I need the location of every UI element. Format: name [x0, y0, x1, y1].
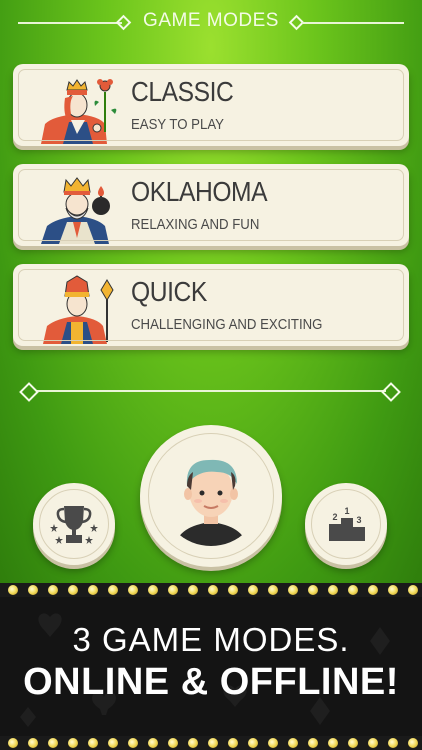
marquee-bulb [368, 585, 378, 595]
queen-card-icon [41, 79, 117, 144]
mode-card-quick[interactable]: QUICK CHALLENGING AND EXCITING [13, 264, 409, 346]
marquee-bulb [328, 585, 338, 595]
marquee-bulb [268, 585, 278, 595]
marquee-bulb [128, 738, 138, 748]
trophy-icon [50, 506, 98, 544]
marquee-bulb [388, 738, 398, 748]
marquee-bulb [388, 585, 398, 595]
mode-subtitle: EASY TO PLAY [131, 116, 224, 133]
leaderboard-button[interactable]: 2 1 3 [305, 483, 387, 565]
podium-label-third: 3 [356, 515, 361, 525]
leaderboard-podium-icon: 2 1 3 [329, 506, 365, 541]
marquee-bulb [208, 738, 218, 748]
marquee-bulb [148, 738, 158, 748]
marquee-bulb [8, 738, 18, 748]
marquee-bulb [288, 738, 298, 748]
marquee-bulb [188, 585, 198, 595]
marquee-bulb [308, 738, 318, 748]
marquee-bulbs-top [0, 583, 422, 597]
marquee-bulb [48, 585, 58, 595]
marquee-bulb [328, 738, 338, 748]
mode-title: QUICK [131, 276, 207, 307]
marquee-bulb [68, 738, 78, 748]
diamond-ornament-icon [115, 14, 132, 31]
mode-subtitle: CHALLENGING AND EXCITING [131, 316, 323, 333]
diamond-ornament-icon [19, 382, 39, 402]
mode-card-oklahoma[interactable]: OKLAHOMA RELAXING AND FUN [13, 164, 409, 246]
marquee-bulb [368, 738, 378, 748]
player-avatar [161, 446, 261, 546]
marquee-bulb [88, 585, 98, 595]
section-divider [0, 380, 422, 404]
marquee-bulb [348, 585, 358, 595]
marquee-bulb [308, 585, 318, 595]
mode-title: OKLAHOMA [131, 176, 268, 207]
achievements-button[interactable] [33, 483, 115, 565]
header-line-right [302, 22, 404, 24]
podium-label-second: 2 [332, 512, 337, 522]
jack-card-icon [43, 275, 114, 344]
marquee-bulb [248, 738, 258, 748]
marquee-bulb [288, 585, 298, 595]
marquee-bulb [188, 738, 198, 748]
promo-subheadline: ONLINE & OFFLINE! [23, 661, 399, 703]
king-card-icon [41, 177, 110, 244]
podium-label-first: 1 [344, 506, 349, 516]
marquee-bulb [228, 738, 238, 748]
marquee-bulb [128, 585, 138, 595]
marquee-bulb [228, 585, 238, 595]
section-title: GAME MODES [143, 10, 279, 31]
marquee-bulb [248, 585, 258, 595]
marquee-bulb [168, 585, 178, 595]
section-header: GAME MODES [0, 0, 422, 46]
mode-card-classic[interactable]: CLASSIC EASY TO PLAY [13, 64, 409, 146]
mode-subtitle: RELAXING AND FUN [131, 216, 260, 233]
marquee-bulb [8, 585, 18, 595]
promo-headline: 3 GAME MODES. [72, 621, 350, 658]
marquee-bulb [28, 738, 38, 748]
marquee-bulb [168, 738, 178, 748]
marquee-bulb [408, 585, 418, 595]
marquee-bulb [268, 738, 278, 748]
marquee-bulb [408, 738, 418, 748]
divider-line [36, 390, 386, 392]
marquee-bulb [68, 585, 78, 595]
marquee-bulb [28, 585, 38, 595]
mode-title: CLASSIC [131, 76, 234, 107]
marquee-bulb [48, 738, 58, 748]
header-line-left [18, 22, 122, 24]
marquee-bulb [148, 585, 158, 595]
marquee-bulbs-bottom [0, 736, 422, 750]
marquee-bulb [88, 738, 98, 748]
marquee-bulb [108, 585, 118, 595]
diamond-ornament-icon [381, 382, 401, 402]
marquee-bulb [208, 585, 218, 595]
marquee-bulb [348, 738, 358, 748]
marquee-bulb [108, 738, 118, 748]
player-profile-button[interactable] [140, 425, 282, 567]
